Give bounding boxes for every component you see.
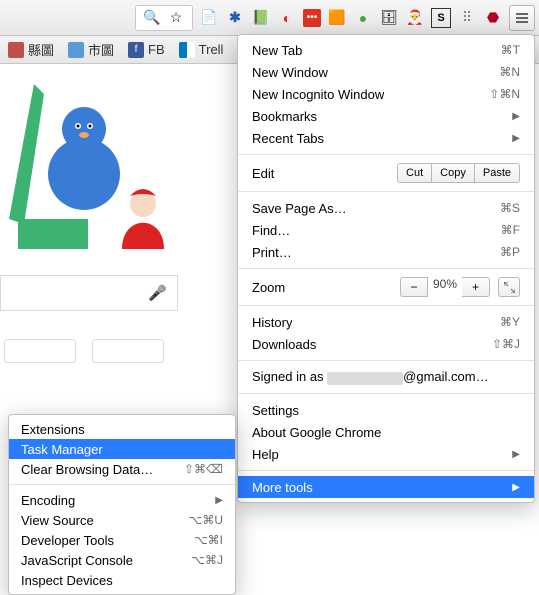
bookmark-label: 縣圖 — [28, 40, 54, 59]
star-icon[interactable]: ☆ — [166, 8, 186, 28]
menu-more-tools[interactable]: More tools▶ — [238, 476, 534, 498]
submenu-clear-browsing[interactable]: Clear Browsing Data…⇧⌘⌫ — [9, 459, 235, 479]
menu-separator — [238, 305, 534, 306]
menu-print[interactable]: Print…⌘P — [238, 241, 534, 263]
redacted-username — [327, 372, 403, 385]
zoom-value: 90% — [428, 277, 462, 297]
search-icon: 🔍 — [142, 8, 162, 28]
menu-edit-row: Edit Cut Copy Paste — [238, 160, 534, 186]
menu-separator — [238, 154, 534, 155]
submenu-dev-tools[interactable]: Developer Tools⌥⌘I — [9, 530, 235, 550]
submenu-arrow-icon: ▶ — [215, 495, 223, 506]
submenu-js-console[interactable]: JavaScript Console⌥⌘J — [9, 550, 235, 570]
cut-button[interactable]: Cut — [397, 163, 432, 183]
bookmark-item[interactable]: 縣圖 — [8, 40, 54, 59]
menu-zoom-row: Zoom − 90% + — [238, 274, 534, 300]
submenu-arrow-icon: ▶ — [512, 133, 520, 144]
ext-stylebot-icon[interactable]: S — [431, 8, 451, 28]
bookmark-label: 市圖 — [88, 40, 114, 59]
bookmark-label: FB — [148, 42, 165, 57]
favicon-icon — [8, 42, 24, 58]
submenu-inspect-devices[interactable]: Inspect Devices — [9, 570, 235, 590]
ext-santa-icon[interactable]: 🎅 — [405, 8, 425, 28]
submenu-encoding[interactable]: Encoding▶ — [9, 490, 235, 510]
ext-lastpass-icon[interactable]: ••• — [303, 9, 321, 27]
menu-separator — [238, 268, 534, 269]
ext-archive-icon[interactable]: 🗄 — [379, 8, 399, 28]
chrome-menu: New Tab⌘T New Window⌘N New Incognito Win… — [237, 34, 535, 503]
menu-separator — [238, 470, 534, 471]
menu-downloads[interactable]: Downloads⇧⌘J — [238, 333, 534, 355]
submenu-arrow-icon: ▶ — [512, 482, 520, 493]
edit-label: Edit — [252, 166, 274, 181]
signed-in-prefix: Signed in as — [252, 369, 327, 384]
copy-button[interactable]: Copy — [432, 163, 475, 183]
paste-button[interactable]: Paste — [475, 163, 520, 183]
ext-disc-icon[interactable]: ● — [353, 8, 373, 28]
menu-help[interactable]: Help▶ — [238, 443, 534, 465]
zoom-out-button[interactable]: − — [400, 277, 428, 297]
search-box[interactable]: 🎤 — [0, 275, 178, 311]
signed-in-suffix: @gmail.com… — [403, 369, 488, 384]
thumb-tile[interactable] — [92, 339, 164, 363]
menu-separator — [238, 191, 534, 192]
submenu-task-manager[interactable]: Task Manager — [9, 439, 235, 459]
menu-button[interactable] — [509, 5, 535, 31]
menu-separator — [9, 484, 235, 485]
ext-box-icon[interactable]: 🟧 — [327, 8, 347, 28]
bookmark-label: Trell — [199, 42, 224, 57]
ext-trend-icon[interactable]: ◐ — [277, 8, 297, 28]
menu-bookmarks[interactable]: Bookmarks▶ — [238, 105, 534, 127]
submenu-arrow-icon: ▶ — [512, 449, 520, 460]
ext-x-icon[interactable]: ✱ — [225, 8, 245, 28]
menu-recent-tabs[interactable]: Recent Tabs▶ — [238, 127, 534, 149]
browser-toolbar: 🔍 ☆ 📄 ✱ 📗 ◐ ••• 🟧 ● 🗄 🎅 S ⠿ ⬣ — [0, 0, 539, 36]
submenu-view-source[interactable]: View Source⌥⌘U — [9, 510, 235, 530]
more-tools-submenu: Extensions Task Manager Clear Browsing D… — [8, 414, 236, 595]
favicon-icon — [179, 42, 195, 58]
menu-history[interactable]: History⌘Y — [238, 311, 534, 333]
menu-separator — [238, 360, 534, 361]
bookmark-item[interactable]: f FB — [128, 42, 165, 58]
ext-ublock-icon[interactable]: ⬣ — [483, 8, 503, 28]
submenu-arrow-icon: ▶ — [512, 111, 520, 122]
thumb-tile[interactable] — [4, 339, 76, 363]
zoom-label: Zoom — [252, 280, 285, 295]
favicon-icon: f — [128, 42, 144, 58]
menu-new-incognito[interactable]: New Incognito Window⇧⌘N — [238, 83, 534, 105]
fullscreen-icon — [504, 282, 515, 293]
google-doodle[interactable] — [0, 64, 240, 257]
omnibox-fragment[interactable]: 🔍 ☆ — [135, 5, 193, 31]
submenu-extensions[interactable]: Extensions — [9, 419, 235, 439]
ext-gesture-icon[interactable]: 📄 — [199, 8, 219, 28]
ext-books-icon[interactable]: 📗 — [251, 8, 271, 28]
favicon-icon — [68, 42, 84, 58]
menu-new-window[interactable]: New Window⌘N — [238, 61, 534, 83]
menu-signed-in[interactable]: Signed in as @gmail.com… — [238, 366, 534, 388]
ext-grid-icon[interactable]: ⠿ — [457, 8, 477, 28]
mic-icon[interactable]: 🎤 — [148, 284, 167, 302]
menu-find[interactable]: Find…⌘F — [238, 219, 534, 241]
menu-new-tab[interactable]: New Tab⌘T — [238, 39, 534, 61]
most-visited-thumbs — [0, 339, 240, 363]
menu-separator — [238, 393, 534, 394]
menu-save-as[interactable]: Save Page As…⌘S — [238, 197, 534, 219]
fullscreen-button[interactable] — [498, 277, 520, 297]
bookmark-item[interactable]: Trell — [179, 42, 224, 58]
menu-settings[interactable]: Settings — [238, 399, 534, 421]
hamburger-icon — [515, 11, 529, 25]
zoom-in-button[interactable]: + — [462, 277, 490, 297]
page-content: 🎤 — [0, 64, 240, 363]
menu-about[interactable]: About Google Chrome — [238, 421, 534, 443]
bookmark-item[interactable]: 市圖 — [68, 40, 114, 59]
